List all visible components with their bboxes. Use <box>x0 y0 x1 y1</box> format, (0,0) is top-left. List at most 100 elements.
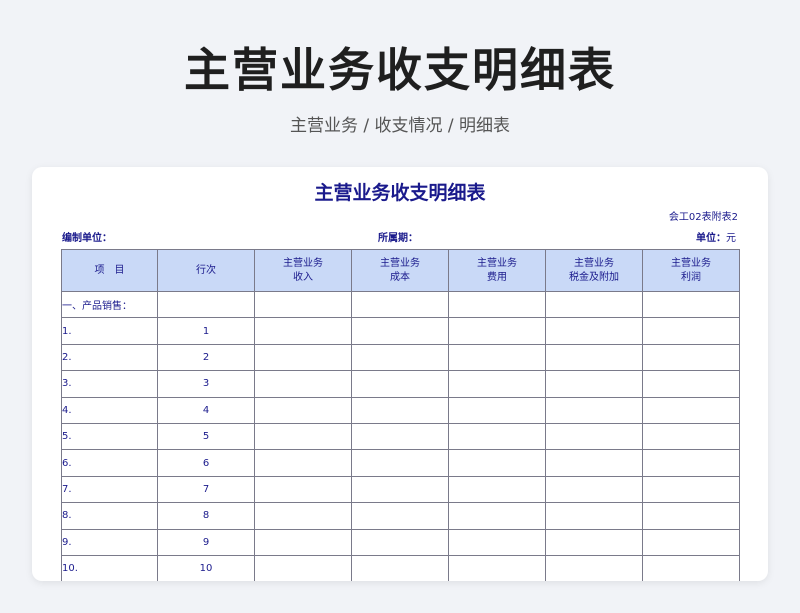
table-cell[interactable] <box>545 528 643 556</box>
table-cell[interactable] <box>448 370 546 398</box>
table-cell[interactable] <box>545 370 643 398</box>
table-cell[interactable] <box>642 554 740 581</box>
table-cell[interactable] <box>545 422 643 451</box>
table-cell[interactable] <box>642 343 740 372</box>
table-cell[interactable] <box>351 554 449 581</box>
table-cell[interactable] <box>351 370 449 398</box>
table-cell[interactable] <box>254 396 352 424</box>
table-cell[interactable] <box>545 343 643 372</box>
table-cell[interactable] <box>642 290 740 319</box>
table-cell[interactable] <box>642 422 740 451</box>
column-header-text: 项 目 <box>94 264 125 276</box>
unit-value: 元 <box>726 233 736 244</box>
table-row: 5. 5 <box>61 422 740 451</box>
table-cell[interactable] <box>642 370 740 398</box>
column-header-text: 主营业务 <box>380 257 420 269</box>
unit-label: 单位： <box>696 233 726 244</box>
table-cell[interactable] <box>254 449 352 477</box>
table-cell[interactable] <box>448 449 546 477</box>
table-cell[interactable] <box>448 528 546 556</box>
org-label: 编制单位： <box>62 233 112 244</box>
table-cell[interactable] <box>448 290 546 319</box>
table-cell[interactable] <box>545 475 643 504</box>
table-cell[interactable] <box>254 290 352 319</box>
table-cell[interactable] <box>448 317 546 345</box>
table-cell[interactable] <box>642 475 740 504</box>
column-header-tax: 主营业务 税金及附加 <box>545 249 643 292</box>
table-row: 3. 3 <box>61 370 740 398</box>
detail-table: 项 目 行次 主营业务 收入 主营业务 成本 主营业务 费用 主营业务 税金及附加 主营… <box>61 249 740 581</box>
table-body: 一、产品销售： 1. 1 2. 2 3. 3 4. 4 5. 5 6. 6 7. 7 8. 8 9. 9 10. 10 <box>61 290 740 581</box>
table-cell[interactable] <box>351 449 449 477</box>
column-header-cost: 主营业务 成本 <box>351 249 449 292</box>
row-item-label: 6. <box>61 449 158 477</box>
table-cell[interactable] <box>254 502 352 530</box>
row-item-label: 2. <box>61 343 158 372</box>
table-cell[interactable] <box>448 343 546 372</box>
row-item-label: 9. <box>61 528 158 556</box>
table-cell[interactable] <box>448 554 546 581</box>
table-cell[interactable] <box>448 502 546 530</box>
unit-field: 单位：元 <box>696 232 736 246</box>
table-row: 10. 10 <box>61 554 740 581</box>
table-cell[interactable] <box>545 290 643 319</box>
row-line-number: 3 <box>157 370 255 398</box>
table-cell[interactable] <box>448 475 546 504</box>
table-cell[interactable] <box>642 396 740 424</box>
table-cell[interactable] <box>351 422 449 451</box>
sheet-title: 主营业务收支明细表 <box>314 182 486 204</box>
column-header-profit: 主营业务 利润 <box>642 249 740 292</box>
table-cell[interactable] <box>545 502 643 530</box>
column-header-text: 主营业务 <box>283 257 323 269</box>
table-cell[interactable] <box>351 317 449 345</box>
table-cell[interactable] <box>254 370 352 398</box>
table-cell[interactable] <box>545 449 643 477</box>
table-cell[interactable] <box>545 317 643 345</box>
table-row: 6. 6 <box>61 449 740 477</box>
table-cell[interactable] <box>157 290 255 319</box>
table-cell[interactable] <box>545 554 643 581</box>
table-row: 7. 7 <box>61 475 740 504</box>
table-cell[interactable] <box>351 343 449 372</box>
table-cell[interactable] <box>351 475 449 504</box>
row-item-label: 3. <box>61 370 158 398</box>
row-item-label: 4. <box>61 396 158 424</box>
row-item-label: 10. <box>61 554 158 581</box>
table-cell[interactable] <box>642 502 740 530</box>
table-row: 9. 9 <box>61 528 740 556</box>
column-header-subtext: 成本 <box>390 271 410 283</box>
table-cell[interactable] <box>254 528 352 556</box>
row-line-number: 9 <box>157 528 255 556</box>
row-item-label: 7. <box>61 475 158 504</box>
row-item-label: 1. <box>61 317 158 345</box>
sheet-card: 主营业务收支明细表 会工02表附表2 编制单位： 所属期： 单位：元 项 目 行… <box>32 167 768 581</box>
table-cell[interactable] <box>448 396 546 424</box>
table-cell[interactable] <box>545 396 643 424</box>
table-cell[interactable] <box>642 528 740 556</box>
breadcrumb: 主营业务 / 收支情况 / 明细表 <box>289 116 511 136</box>
table-cell[interactable] <box>254 317 352 345</box>
section-label: 一、产品销售： <box>61 290 158 319</box>
table-cell[interactable] <box>254 422 352 451</box>
table-cell[interactable] <box>351 290 449 319</box>
table-cell[interactable] <box>351 528 449 556</box>
table-cell[interactable] <box>642 449 740 477</box>
row-line-number: 4 <box>157 396 255 424</box>
form-code: 会工02表附表2 <box>668 212 738 223</box>
row-line-number: 1 <box>157 317 255 345</box>
table-cell[interactable] <box>254 554 352 581</box>
table-cell[interactable] <box>351 396 449 424</box>
column-header-subtext: 费用 <box>487 271 507 283</box>
table-cell[interactable] <box>351 502 449 530</box>
table-row: 1. 1 <box>61 317 740 345</box>
table-cell[interactable] <box>254 343 352 372</box>
table-cell[interactable] <box>448 422 546 451</box>
row-line-number: 6 <box>157 449 255 477</box>
row-line-number: 8 <box>157 502 255 530</box>
table-cell[interactable] <box>642 317 740 345</box>
column-header-subtext: 利润 <box>681 271 701 283</box>
table-cell[interactable] <box>254 475 352 504</box>
row-item-label: 5. <box>61 422 158 451</box>
column-header-subtext: 收入 <box>293 271 313 283</box>
row-line-number: 2 <box>157 343 255 372</box>
